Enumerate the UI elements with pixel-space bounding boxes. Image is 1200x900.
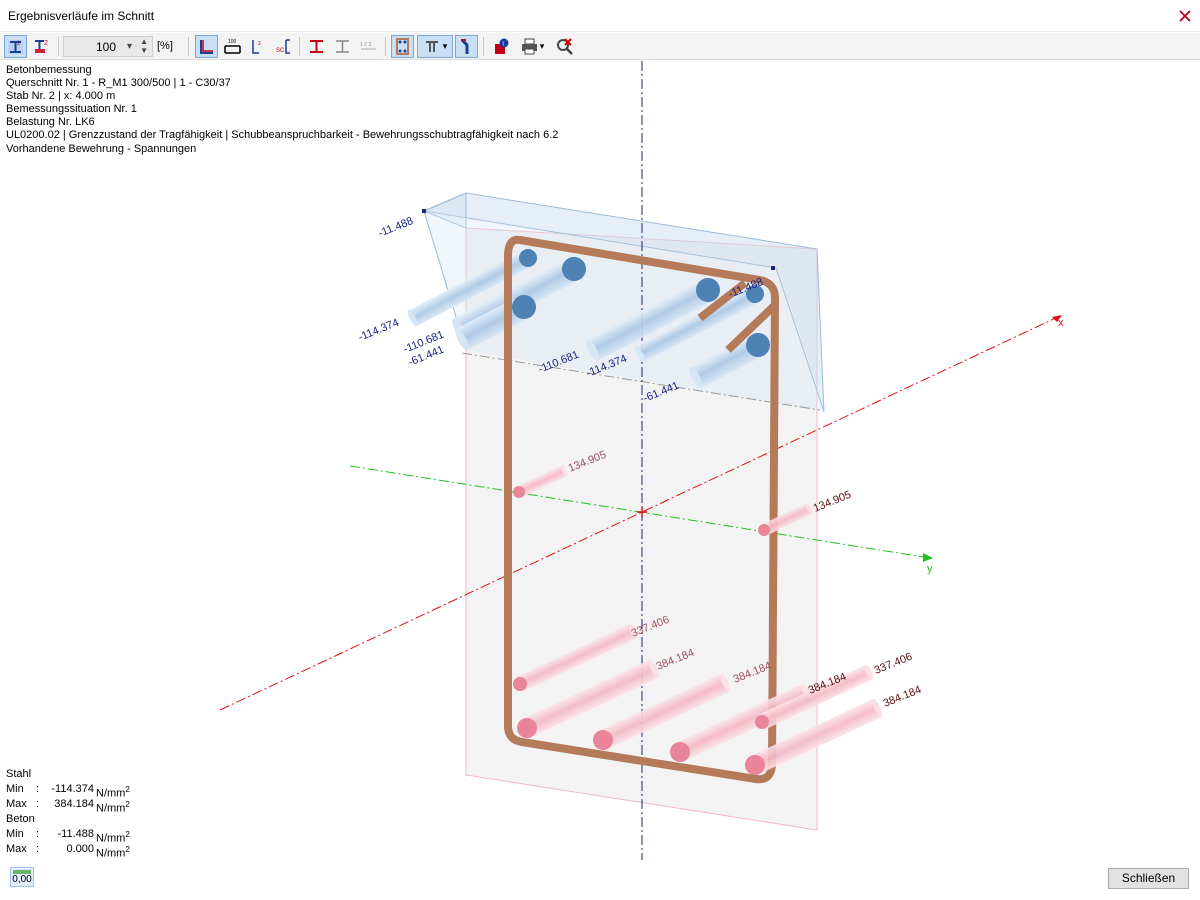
chevron-down-icon[interactable]: ▾ [540,41,545,52]
close-button[interactable]: Schließen [1108,868,1189,889]
svg-text:z: z [258,41,261,47]
t-section-icon[interactable]: ▾ [417,35,453,58]
concrete-min-label: Min [6,828,24,840]
beam-section-icon[interactable] [305,35,328,58]
steel-max-value: 384.184 [54,798,94,810]
svg-text:SC: SC [276,48,285,54]
toolbar: 2 2 100 ▾ ▲ ▼ [%] 100 z SC 1 2 3 ▾ i ▾ [0,33,1200,60]
zoom-value: 100 [95,40,116,54]
info-line: Querschnitt Nr. 1 - R_M1 300/500 | 1 - C… [6,77,231,90]
title-bar: Ergebnisverläufe im Schnitt [0,0,1200,32]
stress-label: 134.905 [812,489,853,515]
stress-result-icon[interactable]: 2 [4,35,27,58]
concrete-max-label: Max [6,843,27,855]
info-line: Belastung Nr. LK6 [6,116,95,129]
stress-component-icon[interactable]: 2 [30,35,53,58]
steel-min-value: -114.374 [51,783,94,795]
zoom-select[interactable]: 100 ▾ ▲ ▼ [63,36,153,57]
stress-label: -11.488 [377,215,415,240]
result-info: Betonbemessung Querschnitt Nr. 1 - R_M1 … [6,64,558,156]
chevron-down-icon[interactable]: ▾ [127,41,132,52]
values-bar-icon [13,870,31,874]
concrete-max-value: 0.000 [66,843,94,855]
close-icon[interactable] [1176,7,1194,25]
concrete-point [422,209,426,213]
concrete-point [771,266,775,270]
print-icon[interactable]: ▾ [515,35,549,58]
section-outline-icon[interactable] [195,35,218,58]
svg-text:2: 2 [44,40,48,47]
section-view[interactable]: x y -11.488 -11.488 -114.374 -110.681 -6… [0,61,1200,861]
svg-text:1 2 3: 1 2 3 [360,42,371,48]
zoom-unit: [%] [157,40,173,52]
concrete-heading: Beton [6,813,35,825]
stress-label: -114.374 [357,317,401,344]
steel-heading: Stahl [6,768,32,780]
unit-label: N/mm2 [96,845,130,860]
steel-min-label: Min [6,783,24,795]
info-line: UL0200.02 | Grenzzustand der Tragfähigke… [6,129,559,142]
reset-view-icon[interactable] [553,35,576,58]
svg-text:i: i [503,42,504,48]
steel-max-label: Max [6,798,27,810]
info-line: Betonbemessung [6,64,92,76]
stress-label: 337.406 [873,651,914,677]
bent-bar-icon[interactable] [455,35,478,58]
values-button-label: 0,00 [12,874,32,885]
section-parts-icon[interactable]: SC [272,35,295,58]
info-line: Bemessungssituation Nr. 1 [6,103,137,116]
spinner-arrows-icon[interactable]: ▲ ▼ [140,37,148,55]
beam-section-alt-icon[interactable] [331,35,354,58]
numbering-icon[interactable]: 1 2 3 [357,35,380,58]
info-icon[interactable]: i [489,35,512,58]
stress-points-icon[interactable]: z [247,35,270,58]
scale-100-icon[interactable]: 100 [221,35,244,58]
x-axis-label: x [1058,317,1064,329]
unit-label: N/mm2 [96,800,130,815]
show-values-button[interactable]: 0,00 [10,867,34,887]
svg-text:100: 100 [228,39,237,45]
section-graphic: x y -11.488 -11.488 -114.374 -110.681 -6… [219,61,1064,860]
stress-label: 384.184 [882,684,923,710]
concrete-min-value: -11.488 [57,828,95,840]
y-axis-label: y [927,563,933,575]
info-line: Vorhandene Bewehrung - Spannungen [6,142,197,155]
reinforcement-view-icon[interactable] [391,35,414,58]
window-title: Ergebnisverläufe im Schnitt [8,9,155,23]
chevron-down-icon[interactable]: ▾ [443,41,448,52]
info-line: Stab Nr. 2 | x: 4.000 m [6,90,116,103]
